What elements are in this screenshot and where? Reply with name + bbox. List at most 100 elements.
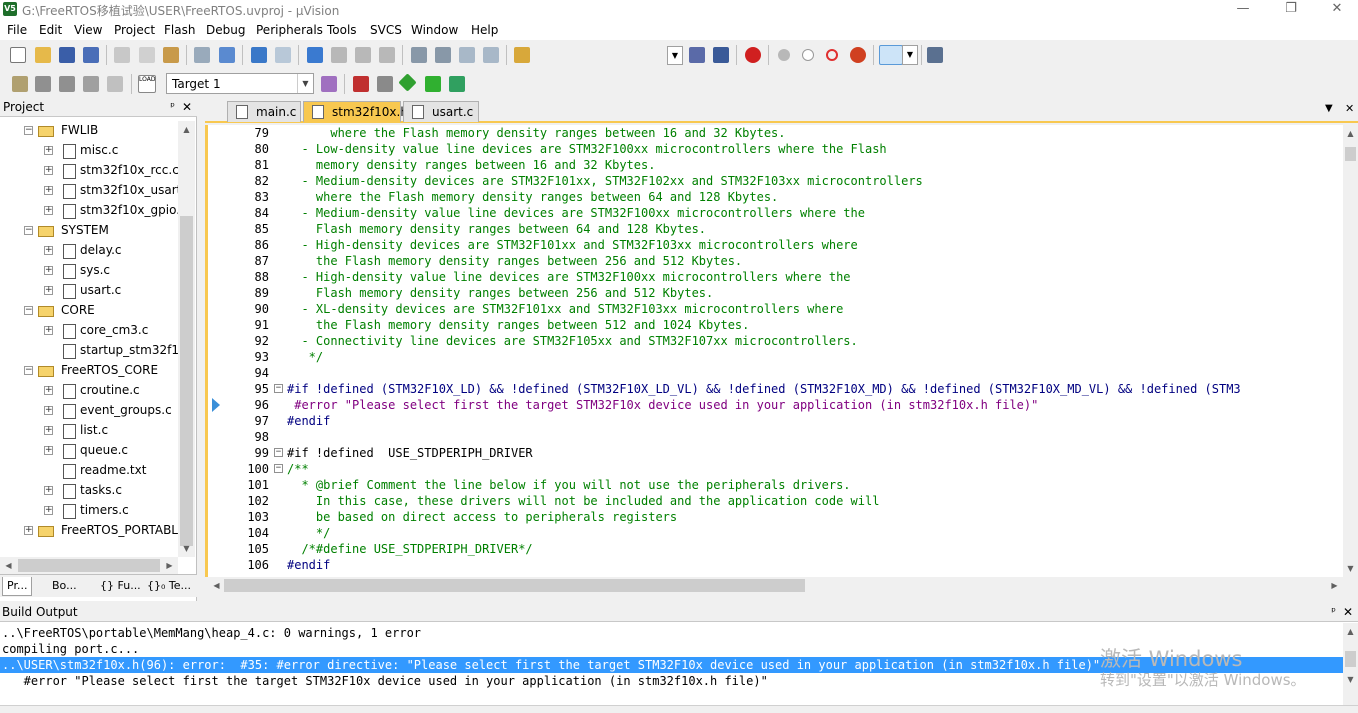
expand-icon[interactable]: + — [44, 406, 53, 415]
restore-button[interactable]: ❐ — [1268, 0, 1314, 20]
code-line[interactable]: 92 - Connectivity line devices are STM32… — [208, 333, 1343, 349]
tree-file[interactable]: + list.c — [0, 421, 178, 441]
code-editor[interactable]: 79 where the Flash memory density ranges… — [205, 125, 1343, 577]
editor-hscroll-thumb[interactable] — [224, 579, 805, 592]
code-line[interactable]: 82 - Medium-density devices are STM32F10… — [208, 173, 1343, 189]
find-icon[interactable] — [689, 47, 705, 63]
tree-file[interactable]: + sys.c — [0, 261, 178, 281]
expand-icon[interactable]: + — [44, 266, 53, 275]
build-output-vscroll-thumb[interactable] — [1345, 651, 1356, 667]
tab-templates[interactable]: {}₀ Te... — [143, 577, 195, 596]
tree-file[interactable]: + usart.c — [0, 281, 178, 301]
target-options-icon[interactable] — [321, 76, 337, 92]
code-line[interactable]: 94 — [208, 365, 1343, 381]
editor-vscroll-thumb[interactable] — [1345, 147, 1356, 161]
clear-bookmarks-icon[interactable] — [379, 47, 395, 63]
tab-list-dropdown-icon[interactable]: ▼ — [1325, 103, 1333, 114]
tree-file[interactable]: + timers.c — [0, 501, 178, 521]
close-window-button[interactable]: ✕ — [1314, 0, 1358, 20]
save-all-icon[interactable] — [83, 47, 99, 63]
project-tree-hscroll-thumb[interactable] — [18, 559, 160, 572]
build-output-vscrollbar[interactable]: ▲ ▼ — [1343, 623, 1358, 705]
manage-runtime-environment-icon[interactable] — [449, 76, 465, 92]
code-line[interactable]: 90 - XL-density devices are STM32F101xx … — [208, 301, 1343, 317]
stop-build-icon[interactable] — [107, 76, 123, 92]
code-line[interactable]: 97 #endif — [208, 413, 1343, 429]
code-line[interactable]: 105 /*#define USE_STDPERIPH_DRIVER*/ — [208, 541, 1343, 557]
incremental-find-icon[interactable] — [713, 47, 729, 63]
tab-main-c[interactable]: main.c — [227, 101, 301, 122]
build-icon[interactable] — [35, 76, 51, 92]
window-layout-dropdown-icon[interactable]: ▼ — [902, 45, 918, 65]
tree-folder[interactable]: − FWLIB — [0, 121, 178, 141]
code-line[interactable]: 101 * @brief Comment the line below if y… — [208, 477, 1343, 493]
code-line[interactable]: 88 - High-density value line devices are… — [208, 269, 1343, 285]
unindent-icon[interactable] — [435, 47, 451, 63]
open-folder-icon[interactable] — [35, 47, 51, 63]
expand-icon[interactable]: + — [44, 206, 53, 215]
tree-file[interactable]: + core_cm3.c — [0, 321, 178, 341]
tree-folder[interactable]: + FreeRTOS_PORTABL — [0, 521, 178, 541]
close-tab-icon[interactable]: ✕ — [1345, 102, 1354, 115]
minimize-button[interactable]: — — [1220, 0, 1266, 20]
code-line[interactable]: 93 */ — [208, 349, 1343, 365]
tree-file[interactable]: + queue.c — [0, 441, 178, 461]
save-icon[interactable] — [59, 47, 75, 63]
collapse-icon[interactable]: − — [24, 306, 33, 315]
tab-stm32f10x-h[interactable]: stm32f10x.h — [303, 101, 408, 122]
scroll-right-icon[interactable]: ▶ — [161, 557, 178, 574]
scroll-left-icon[interactable]: ◀ — [208, 577, 225, 594]
target-select[interactable]: Target 1 ▼ — [166, 73, 314, 94]
code-line[interactable]: 95− #if !defined (STM32F10X_LD) && !defin… — [208, 381, 1343, 397]
cut-icon[interactable] — [114, 47, 130, 63]
prev-bookmark-icon[interactable] — [331, 47, 347, 63]
indent-icon[interactable] — [411, 47, 427, 63]
code-line[interactable]: 84 - Medium-density value line devices a… — [208, 205, 1343, 221]
new-file-icon[interactable] — [10, 47, 26, 63]
code-line[interactable]: 83 where the Flash memory density ranges… — [208, 189, 1343, 205]
scroll-up-icon[interactable]: ▲ — [1343, 125, 1358, 142]
scroll-down-icon[interactable]: ▼ — [1343, 671, 1358, 688]
redo-icon[interactable] — [219, 47, 235, 63]
code-line[interactable]: 96 #error "Please select first the targe… — [208, 397, 1343, 413]
code-line[interactable]: 81 memory density ranges between 16 and … — [208, 157, 1343, 173]
load-download-icon[interactable]: LOAD — [138, 75, 156, 93]
project-tree-vscroll-thumb[interactable] — [180, 216, 193, 546]
code-line[interactable]: 104 */ — [208, 525, 1343, 541]
menu-tools[interactable]: Tools — [327, 23, 357, 37]
scroll-up-icon[interactable]: ▲ — [178, 121, 195, 138]
tree-file[interactable]: + stm32f10x_rcc.c — [0, 161, 178, 181]
scroll-down-icon[interactable]: ▼ — [1343, 560, 1358, 577]
collapse-icon[interactable]: − — [24, 366, 33, 375]
tree-folder[interactable]: − FreeRTOS_CORE — [0, 361, 178, 381]
configure-wrench-icon[interactable] — [927, 47, 943, 63]
translate-icon[interactable] — [12, 76, 28, 92]
navigate-forward-icon[interactable] — [275, 47, 291, 63]
code-line[interactable]: 79 where the Flash memory density ranges… — [208, 125, 1343, 141]
menu-window[interactable]: Window — [411, 23, 458, 37]
paste-icon[interactable] — [163, 47, 179, 63]
tree-file[interactable]: + stm32f10x_gpio.c — [0, 201, 178, 221]
tab-project[interactable]: Pr... — [2, 577, 33, 596]
pin-icon[interactable]: ᵖ — [1331, 605, 1336, 618]
pack-installer-icon[interactable] — [398, 73, 417, 92]
menu-peripherals[interactable]: Peripherals — [256, 23, 323, 37]
debug-session-icon[interactable] — [745, 47, 761, 63]
tree-file[interactable]: + croutine.c — [0, 381, 178, 401]
tab-books[interactable]: Bo... — [48, 577, 81, 596]
code-line[interactable]: 89 Flash memory density ranges between 2… — [208, 285, 1343, 301]
menu-edit[interactable]: Edit — [39, 23, 62, 37]
code-line[interactable]: 91 the Flash memory density ranges betwe… — [208, 317, 1343, 333]
build-output-line[interactable]: ..\FreeRTOS\portable\MemMang\heap_4.c: 0… — [0, 625, 1343, 641]
code-line[interactable]: 103 be based on direct access to periphe… — [208, 509, 1343, 525]
undo-icon[interactable] — [194, 47, 210, 63]
tree-file[interactable]: readme.txt — [0, 461, 178, 481]
code-line[interactable]: 102 In this case, these drivers will not… — [208, 493, 1343, 509]
disable-breakpoint-icon[interactable] — [802, 49, 814, 61]
disable-all-breakpoints-icon[interactable] — [826, 49, 838, 61]
uncomment-icon[interactable] — [483, 47, 499, 63]
code-line[interactable]: 80 - Low-density value line devices are … — [208, 141, 1343, 157]
code-line[interactable]: 100−/** — [208, 461, 1343, 477]
tree-folder[interactable]: − CORE — [0, 301, 178, 321]
menu-project[interactable]: Project — [114, 23, 155, 37]
